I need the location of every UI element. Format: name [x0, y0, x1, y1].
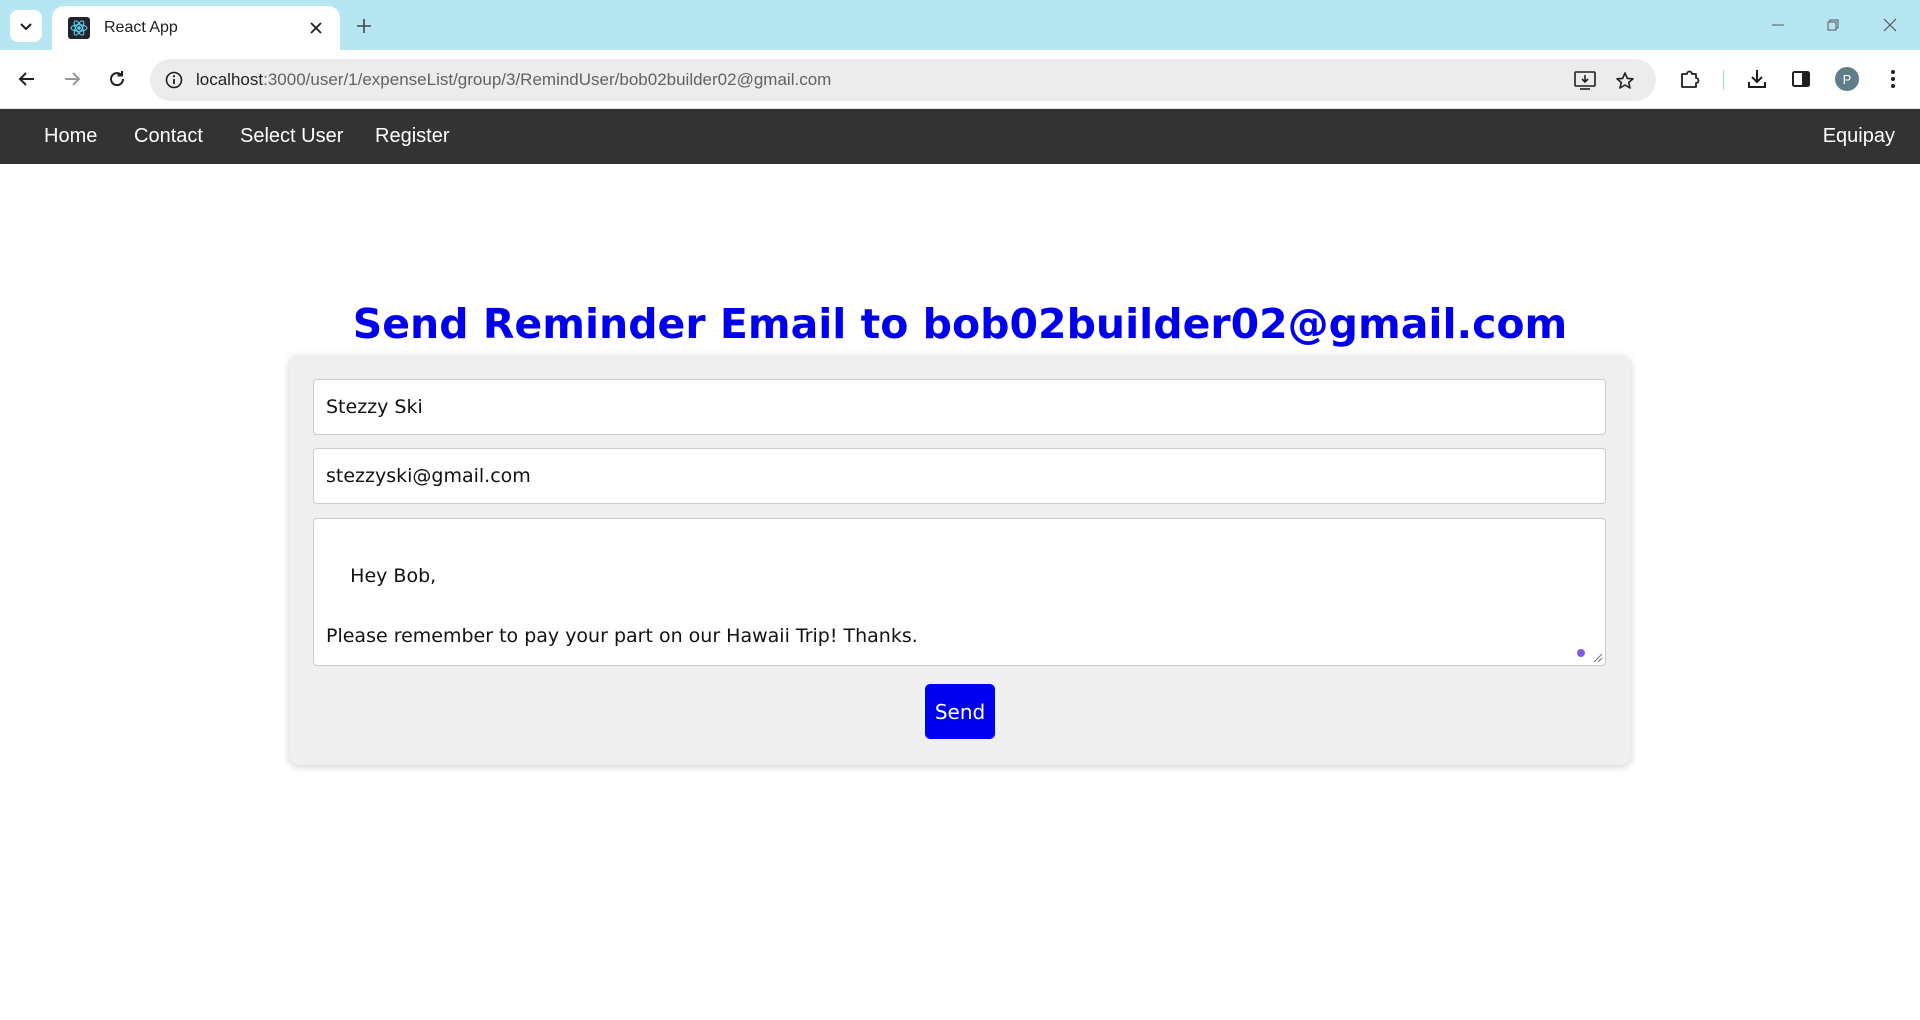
restore-button[interactable]: [1815, 10, 1851, 40]
resize-grip-icon[interactable]: [1591, 651, 1603, 663]
sender-name-input[interactable]: Stezzy Ski: [313, 379, 1606, 435]
nav-link-home[interactable]: Home: [44, 125, 97, 148]
arrow-right-icon: [65, 72, 81, 86]
extensions-button[interactable]: [1672, 61, 1708, 97]
install-app-button[interactable]: [1570, 66, 1600, 96]
back-button[interactable]: [9, 61, 45, 97]
forward-button[interactable]: [54, 61, 90, 97]
minimize-icon: [1772, 24, 1784, 26]
browser-menu-button[interactable]: [1875, 61, 1911, 97]
sender-email-input[interactable]: stezzyski@gmail.com: [313, 448, 1606, 504]
url-host: localhost: [196, 70, 264, 89]
message-textarea[interactable]: Hey Bob, Please remember to pay your par…: [313, 518, 1606, 666]
arrow-left-icon: [18, 72, 34, 86]
download-icon: [1748, 70, 1766, 88]
toolbar-separator: [1723, 70, 1724, 90]
puzzle-icon: [1681, 70, 1700, 88]
browser-toolbar: localhost:3000/user/1/expenseList/group/…: [0, 50, 1920, 109]
site-info-button[interactable]: [160, 66, 188, 94]
url-path: :3000/user/1/expenseList/group/3/RemindU…: [263, 70, 832, 89]
browser-tab[interactable]: React App: [52, 6, 340, 50]
chevron-down-icon: [20, 23, 32, 31]
minimize-button[interactable]: [1760, 10, 1796, 40]
brand-name[interactable]: Equipay: [1823, 125, 1895, 148]
install-app-icon: [1574, 71, 1596, 90]
app-navbar: Home Contact Select User Register Equipa…: [0, 109, 1920, 164]
url-text[interactable]: localhost:3000/user/1/expenseList/group/…: [196, 70, 831, 90]
downloads-button[interactable]: [1739, 61, 1775, 97]
bookmark-button[interactable]: [1610, 66, 1640, 96]
nav-link-select-user[interactable]: Select User: [240, 125, 343, 148]
tab-title: React App: [104, 19, 178, 36]
address-bar[interactable]: localhost:3000/user/1/expenseList/group/…: [150, 59, 1656, 101]
new-tab-button[interactable]: [350, 12, 378, 40]
star-icon: [1616, 72, 1634, 89]
browser-tabstrip: React App: [0, 0, 1920, 50]
nav-link-contact[interactable]: Contact: [134, 125, 203, 148]
close-icon: [310, 22, 322, 34]
page-title: Send Reminder Email to bob02builder02@gm…: [352, 300, 1568, 348]
tab-search-button[interactable]: [10, 10, 42, 42]
side-panel-icon: [1792, 71, 1810, 87]
reload-icon: [110, 71, 125, 87]
grammar-check-icon[interactable]: [1577, 649, 1585, 657]
window-close-button[interactable]: [1872, 10, 1908, 40]
plus-icon: [357, 19, 371, 33]
side-panel-button[interactable]: [1783, 61, 1819, 97]
tab-close-button[interactable]: [304, 16, 328, 40]
nav-link-register[interactable]: Register: [375, 125, 449, 148]
close-icon: [1883, 18, 1897, 32]
info-icon: [165, 71, 183, 89]
reminder-email-form: Stezzy Ski stezzyski@gmail.com Hey Bob, …: [289, 355, 1631, 765]
reload-button[interactable]: [99, 61, 135, 97]
send-button[interactable]: Send: [925, 684, 995, 739]
kebab-menu-icon: [1891, 70, 1895, 88]
message-text: Hey Bob, Please remember to pay your par…: [326, 565, 918, 647]
react-logo-icon: [68, 17, 90, 39]
restore-icon: [1827, 19, 1839, 31]
profile-avatar[interactable]: P: [1835, 67, 1859, 91]
